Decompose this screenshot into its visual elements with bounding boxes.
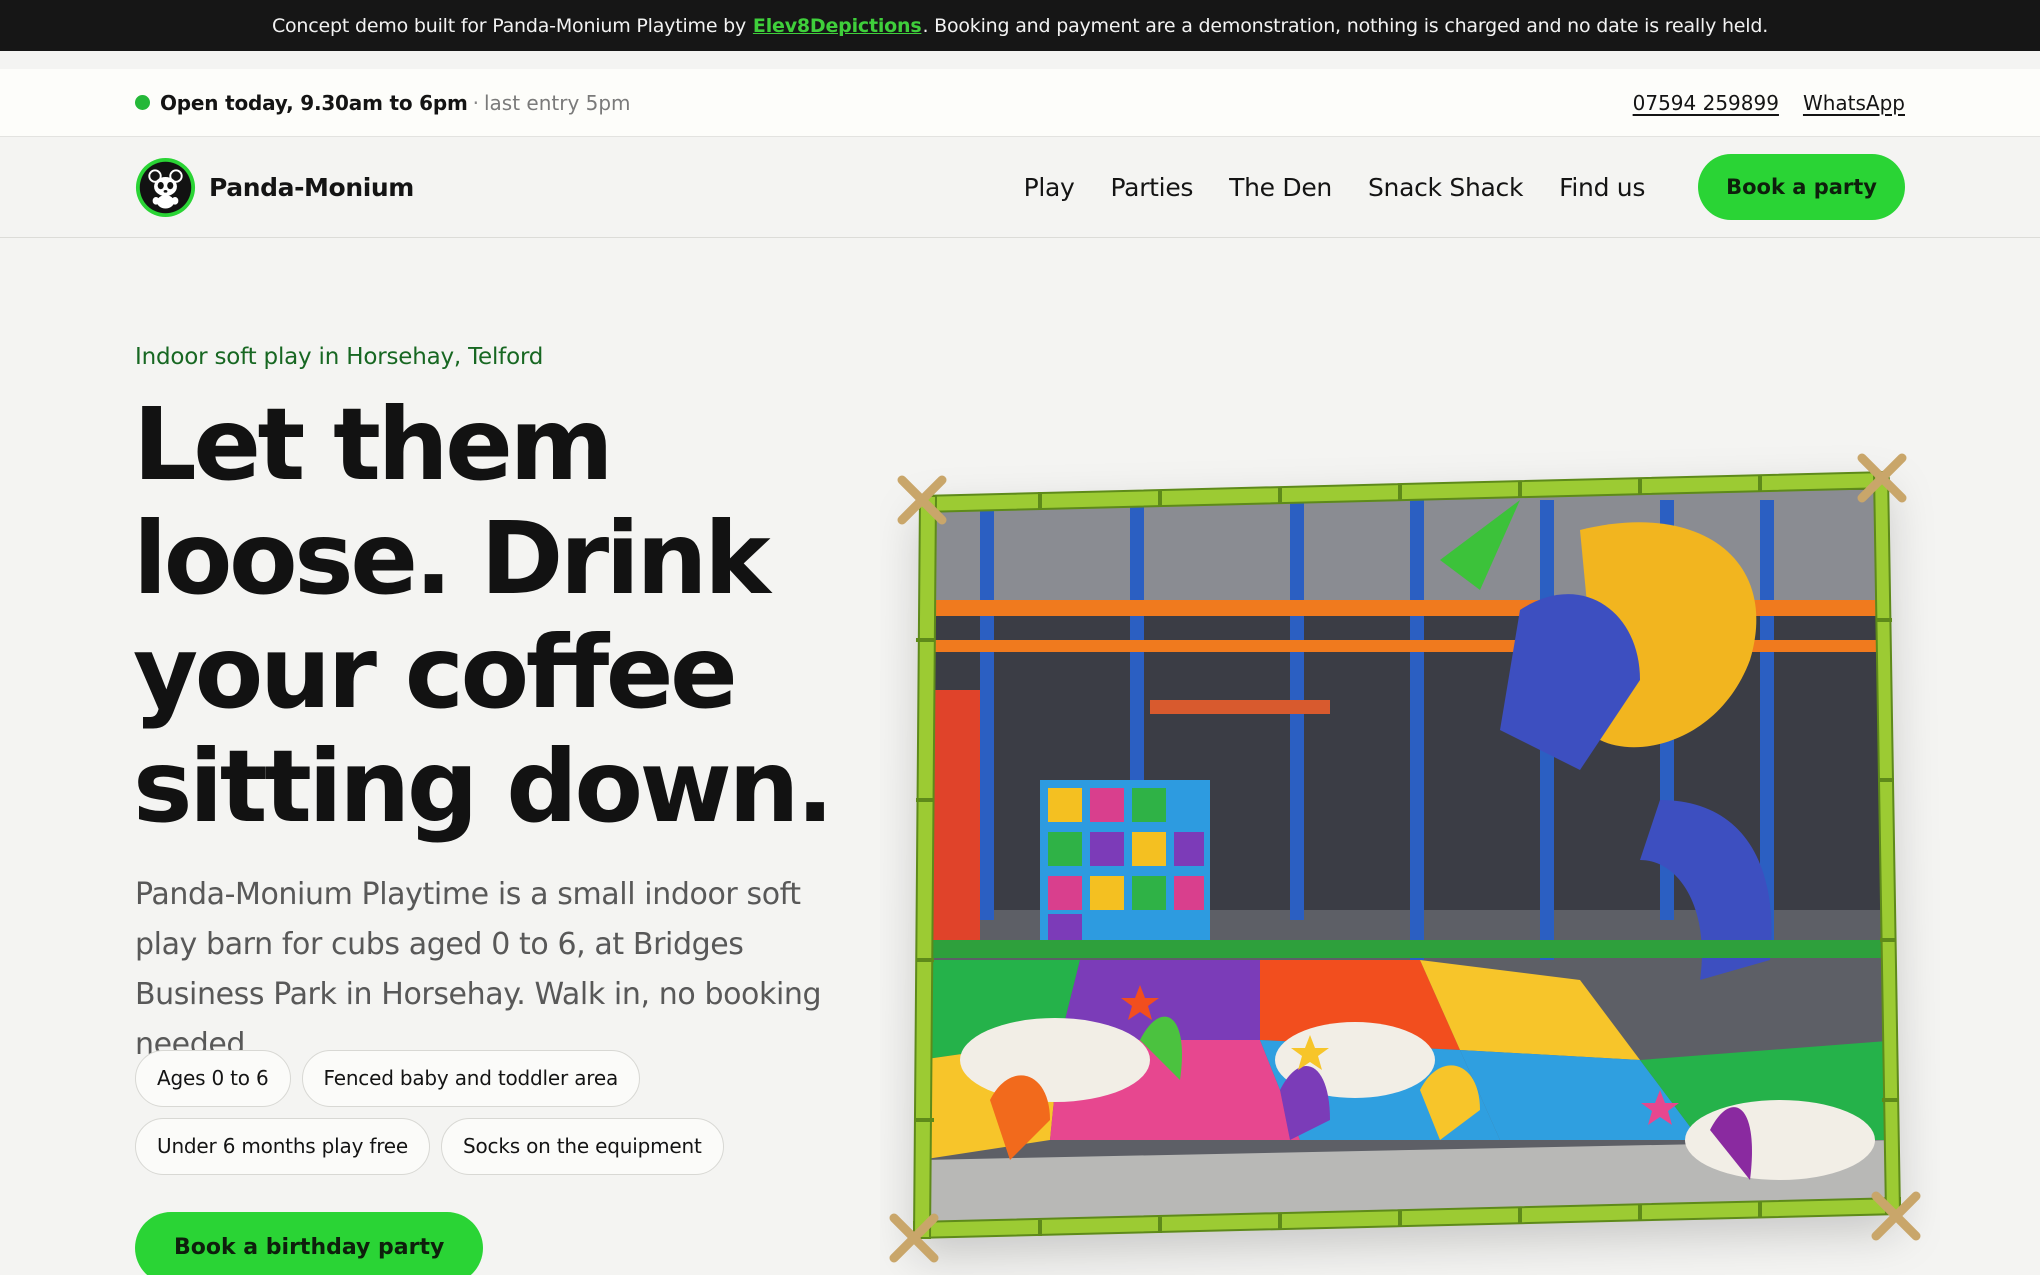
separator: ·	[472, 90, 479, 115]
headline-line: your coffee	[133, 614, 738, 731]
main-nav: Play Parties The Den Snack Shack Find us…	[988, 154, 1905, 220]
book-birthday-party-button[interactable]: Book a birthday party	[135, 1212, 484, 1275]
hero-intro: Panda-Monium Playtime is a small indoor …	[135, 877, 822, 1062]
nav-item-find-us[interactable]: Find us	[1559, 173, 1645, 202]
opening-hours: Open today, 9.30am to 6pm	[160, 90, 468, 115]
demo-banner-text: Concept demo built for Panda-Monium Play…	[271, 14, 747, 37]
opening-status: Open today, 9.30am to 6pm · last entry 5…	[135, 91, 631, 115]
nav-item-parties[interactable]: Parties	[1111, 173, 1194, 202]
open-status-icon	[135, 95, 150, 110]
phone-link[interactable]: 07594 259899	[1633, 91, 1779, 115]
nav-item-play[interactable]: Play	[1024, 173, 1075, 202]
feature-chips: Ages 0 to 6 Fenced baby and toddler area…	[135, 1050, 855, 1186]
book-party-button[interactable]: Book a party	[1698, 154, 1905, 220]
hero-photo	[880, 440, 1940, 1275]
demo-banner-link[interactable]: Elev8Depictions	[753, 15, 922, 37]
feature-chip: Fenced baby and toddler area	[301, 1050, 640, 1107]
whatsapp-link[interactable]: WhatsApp	[1803, 91, 1905, 115]
feature-chip: Under 6 months play free	[135, 1118, 431, 1175]
contact-links: 07594 259899 WhatsApp	[1633, 91, 1905, 115]
headline-line: sitting down.	[133, 728, 834, 845]
hero-eyebrow: Indoor soft play in Horsehay, Telford	[135, 344, 544, 370]
headline-line: Let them	[133, 386, 614, 503]
panda-logo-icon	[135, 157, 196, 217]
nav-item-the-den[interactable]: The Den	[1229, 173, 1332, 202]
info-bar: Open today, 9.30am to 6pm · last entry 5…	[0, 69, 2040, 137]
brand-name: Panda-Monium	[209, 172, 414, 202]
feature-chip: Socks on the equipment	[441, 1118, 724, 1175]
site-header: Panda-Monium Play Parties The Den Snack …	[0, 137, 2040, 238]
hero-headline: Let them loose. Drink your coffee sittin…	[133, 388, 893, 844]
demo-banner-text-after: . Booking and payment are a demonstratio…	[922, 14, 1769, 37]
soft-play-photo	[889, 453, 1921, 1263]
brand[interactable]: Panda-Monium	[135, 157, 414, 218]
headline-line: loose. Drink	[133, 500, 771, 617]
feature-chip: Ages 0 to 6	[135, 1050, 291, 1107]
last-entry: last entry 5pm	[483, 90, 631, 115]
nav-item-snack-shack[interactable]: Snack Shack	[1368, 173, 1523, 202]
demo-banner: Concept demo built for Panda-Monium Play…	[0, 0, 2040, 51]
